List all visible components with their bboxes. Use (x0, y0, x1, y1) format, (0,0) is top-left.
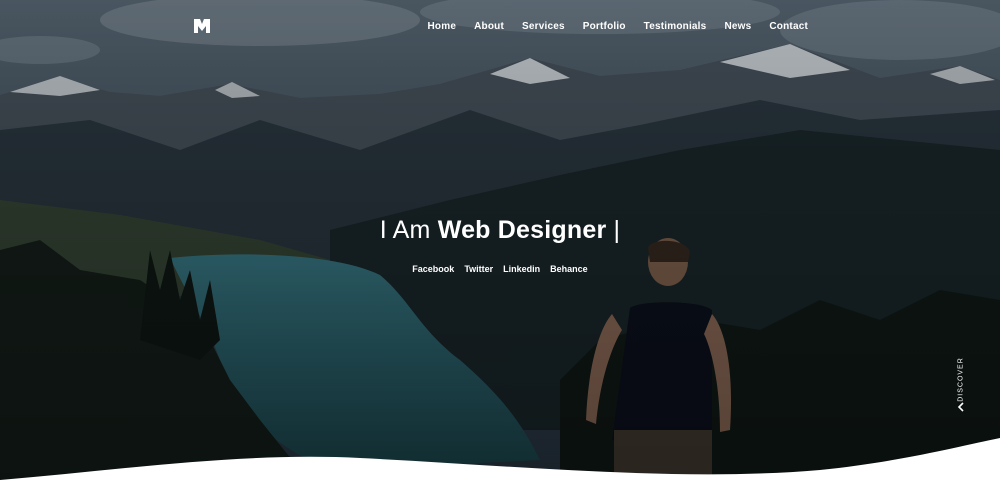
hero-background-image (0, 0, 1000, 494)
hero-headline: I Am Web Designer | (0, 216, 1000, 245)
typing-cursor: | (606, 216, 621, 244)
nav-item-home[interactable]: Home (428, 21, 457, 32)
social-link-facebook[interactable]: Facebook (412, 264, 454, 274)
nav-item-about[interactable]: About (474, 21, 504, 32)
discover-label: DISCOVER (957, 357, 965, 402)
nav-item-news[interactable]: News (724, 21, 751, 32)
hero-section: Home About Services Portfolio Testimonia… (0, 0, 1000, 494)
headline-role: Web Designer (437, 216, 607, 244)
nav-item-portfolio[interactable]: Portfolio (583, 21, 626, 32)
social-link-linkedin[interactable]: Linkedin (503, 264, 540, 274)
top-navigation: Home About Services Portfolio Testimonia… (0, 0, 1000, 56)
nav-item-contact[interactable]: Contact (769, 21, 808, 32)
discover-button[interactable]: DISCOVER (952, 357, 970, 418)
headline-prefix: I Am (379, 216, 438, 244)
social-link-twitter[interactable]: Twitter (464, 264, 493, 274)
nav-item-testimonials[interactable]: Testimonials (644, 21, 707, 32)
social-link-behance[interactable]: Behance (550, 264, 588, 274)
chevron-left-icon (957, 402, 964, 412)
nav-item-services[interactable]: Services (522, 21, 565, 32)
m-logo-icon[interactable] (192, 16, 212, 36)
nav-menu: Home About Services Portfolio Testimonia… (428, 21, 809, 32)
social-links: Facebook Twitter Linkedin Behance (0, 264, 1000, 274)
